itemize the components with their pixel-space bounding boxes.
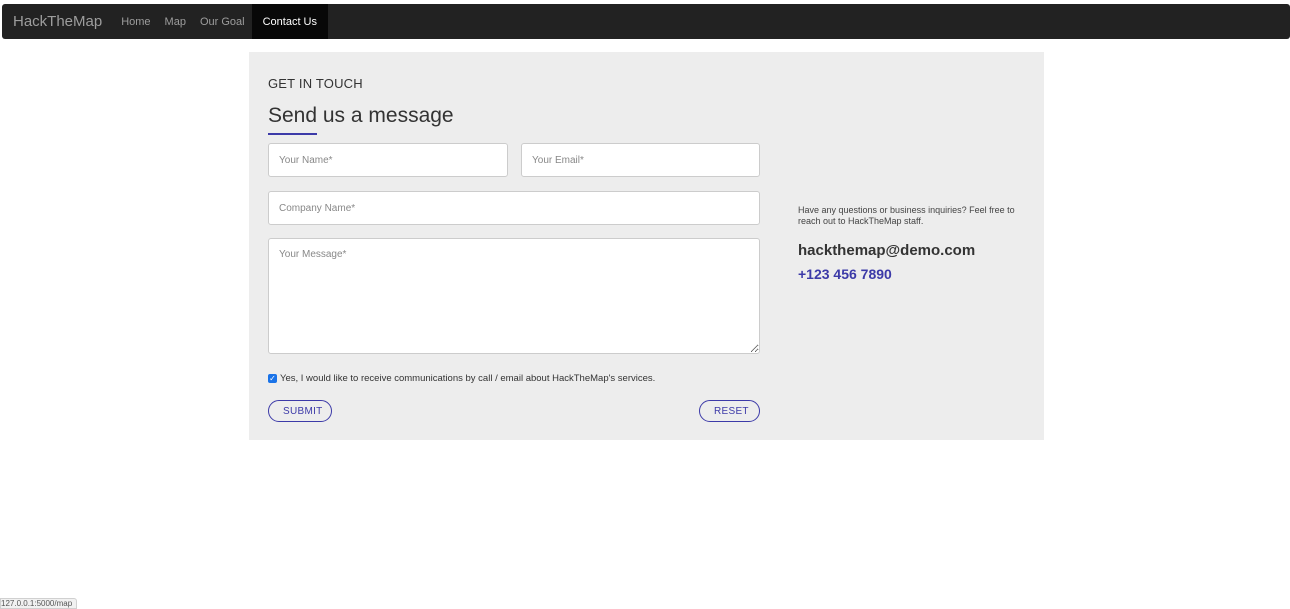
email-field[interactable]	[521, 143, 760, 177]
info-text: Have any questions or business inquiries…	[798, 205, 1015, 226]
consent-label: Yes, I would like to receive communicati…	[280, 373, 656, 384]
message-field[interactable]	[268, 238, 760, 354]
status-bar-url: 127.0.0.1:5000/map	[0, 598, 78, 609]
nav-menu: Home Map Our Goal Contact Us	[114, 4, 329, 39]
contact-email: hackthemap@demo.com	[798, 242, 976, 259]
reset-button[interactable]: RESET	[699, 400, 760, 422]
consent-checkbox[interactable]: ✓	[268, 374, 277, 383]
section-eyebrow: GET IN TOUCH	[268, 76, 363, 91]
nav-item-contact-us[interactable]: Contact Us	[251, 4, 329, 39]
title-underline	[268, 133, 317, 135]
contact-phone: +123 456 7890	[798, 266, 892, 282]
top-navbar: HackTheMap Home Map Our Goal Contact Us	[2, 4, 1290, 39]
nav-item-our-goal[interactable]: Our Goal	[193, 4, 252, 39]
company-field[interactable]	[268, 191, 760, 225]
submit-button[interactable]: SUBMIT	[268, 400, 332, 422]
contact-card: GET IN TOUCH Send us a message ✓ Yes, I …	[249, 52, 1044, 440]
nav-item-home[interactable]: Home	[114, 4, 157, 39]
name-field[interactable]	[268, 143, 508, 177]
consent-row: ✓ Yes, I would like to receive communica…	[268, 373, 655, 384]
contact-info: Have any questions or business inquiries…	[798, 205, 1030, 282]
nav-item-map[interactable]: Map	[158, 4, 193, 39]
brand-link[interactable]: HackTheMap	[2, 4, 114, 39]
page-title: Send us a message	[268, 104, 454, 127]
